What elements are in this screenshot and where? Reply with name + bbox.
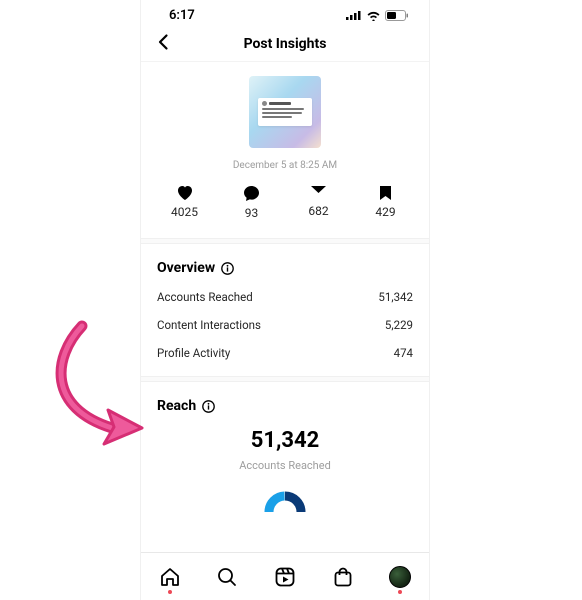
row-value: 474 (394, 346, 413, 360)
overview-row: Content Interactions 5,229 (157, 318, 413, 332)
reach-heading: Reach (157, 398, 413, 414)
share-icon (310, 185, 327, 200)
likes-count: 4025 (171, 205, 198, 219)
home-icon (159, 566, 181, 588)
engagement-row: 4025 93 682 429 (141, 185, 429, 238)
overview-row: Profile Activity 474 (157, 346, 413, 360)
shares-count: 682 (308, 204, 328, 218)
tab-shop[interactable] (329, 566, 357, 588)
reach-section: Reach 51,342 Accounts Reached (141, 382, 429, 528)
likes[interactable]: 4025 (151, 185, 218, 220)
title-bar: Post Insights (141, 26, 429, 62)
tab-home[interactable] (156, 566, 184, 588)
reach-value: 51,342 (157, 428, 413, 453)
wifi-icon (366, 10, 381, 21)
row-value: 5,229 (385, 318, 413, 332)
comments[interactable]: 93 (218, 185, 285, 220)
overview-info-button[interactable] (221, 262, 234, 275)
cellular-icon (346, 10, 362, 20)
status-icons (346, 10, 409, 21)
reach-title: Reach (157, 398, 196, 414)
chevron-left-icon (155, 33, 173, 51)
overview-heading: Overview (157, 260, 413, 276)
info-icon (221, 262, 234, 275)
row-value: 51,342 (378, 290, 413, 304)
status-bar: 6:17 (141, 0, 429, 26)
overview-section: Overview Accounts Reached 51,342 Content… (141, 244, 429, 376)
heart-icon (176, 185, 194, 201)
row-label: Content Interactions (157, 318, 261, 332)
post-preview: December 5 at 8:25 AM (141, 62, 429, 185)
tab-profile[interactable] (386, 566, 414, 588)
shares[interactable]: 682 (285, 185, 352, 220)
notification-dot (398, 590, 402, 594)
phone-frame: 6:17 Post Insights December 5 at 8:25 AM (140, 0, 430, 600)
tab-search[interactable] (213, 566, 241, 588)
reach-info-button[interactable] (202, 400, 215, 413)
info-icon (202, 400, 215, 413)
tab-reels[interactable] (271, 566, 299, 588)
overview-title: Overview (157, 260, 215, 276)
comment-icon (243, 185, 260, 202)
annotation-arrow (42, 318, 152, 458)
saves-count: 429 (375, 205, 395, 219)
shop-icon (332, 566, 354, 588)
comments-count: 93 (245, 206, 259, 220)
search-icon (216, 566, 238, 588)
reels-icon (274, 566, 296, 588)
bottom-nav (141, 552, 429, 600)
post-thumbnail[interactable] (249, 76, 321, 148)
row-label: Profile Activity (157, 346, 230, 360)
page-title: Post Insights (179, 36, 391, 52)
reach-donut (157, 490, 413, 512)
back-button[interactable] (155, 33, 179, 55)
row-label: Accounts Reached (157, 290, 253, 304)
content: December 5 at 8:25 AM 4025 93 682 429 (141, 62, 429, 552)
battery-icon (385, 10, 409, 21)
avatar (389, 566, 411, 588)
reach-label: Accounts Reached (157, 459, 413, 472)
status-time: 6:17 (169, 8, 195, 23)
post-date: December 5 at 8:25 AM (233, 160, 337, 171)
saves[interactable]: 429 (352, 185, 419, 220)
bookmark-icon (379, 185, 392, 201)
overview-row: Accounts Reached 51,342 (157, 290, 413, 304)
notification-dot (168, 590, 172, 594)
